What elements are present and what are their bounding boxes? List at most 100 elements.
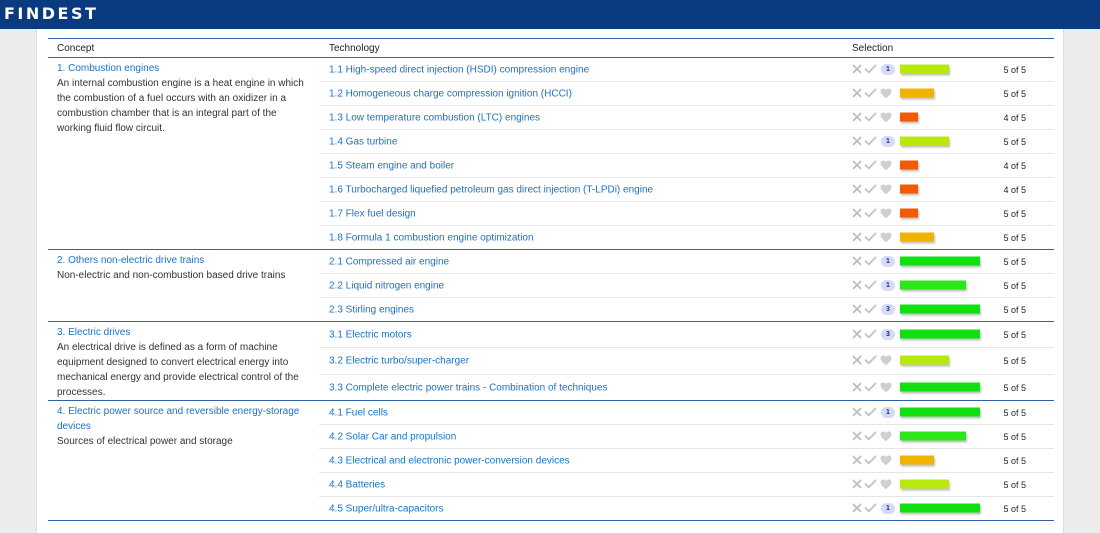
close-icon[interactable] [852, 160, 862, 173]
findest-logo[interactable]: FINDEST [4, 4, 98, 24]
selection-count: 5 of 5 [1003, 504, 1026, 514]
check-icon[interactable] [864, 479, 877, 492]
selection-count: 5 of 5 [1003, 233, 1026, 243]
check-icon[interactable] [864, 355, 877, 368]
check-icon[interactable] [864, 329, 877, 342]
selection-actions: 1 [852, 255, 900, 269]
close-icon[interactable] [852, 355, 862, 368]
close-icon[interactable] [852, 112, 862, 125]
concept-title[interactable]: 1. Combustion engines [57, 61, 312, 76]
close-icon[interactable] [852, 280, 862, 293]
close-icon[interactable] [852, 479, 862, 492]
check-icon[interactable] [864, 382, 877, 395]
score-bar-track [900, 329, 990, 340]
check-icon[interactable] [864, 208, 877, 221]
comment-badge-icon[interactable]: 1 [881, 63, 895, 75]
technology-link[interactable]: 1.5 Steam engine and boiler [329, 160, 454, 171]
heart-icon[interactable] [880, 382, 892, 396]
heart-icon[interactable] [880, 112, 892, 126]
close-icon[interactable] [852, 407, 862, 420]
heart-icon[interactable] [880, 184, 892, 198]
check-icon[interactable] [864, 256, 877, 269]
technology-link[interactable]: 3.2 Electric turbo/super-charger [329, 356, 469, 367]
selection-count: 5 of 5 [1003, 407, 1026, 418]
comment-badge-icon[interactable]: 1 [881, 406, 895, 418]
heart-icon[interactable] [880, 455, 892, 469]
close-icon[interactable] [852, 88, 862, 101]
technology-link[interactable]: 1.7 Flex fuel design [329, 208, 416, 219]
selection-actions: 1 [852, 503, 900, 515]
check-icon[interactable] [864, 431, 877, 444]
close-icon[interactable] [852, 256, 862, 269]
check-icon[interactable] [864, 503, 877, 516]
check-icon[interactable] [864, 64, 877, 77]
check-icon[interactable] [864, 136, 877, 149]
comment-badge-icon[interactable]: 3 [881, 328, 895, 340]
check-icon[interactable] [864, 112, 877, 125]
selection-count: 5 of 5 [1003, 208, 1026, 219]
check-icon[interactable] [864, 160, 877, 173]
technology-link[interactable]: 3.1 Electric motors [329, 329, 412, 340]
comment-badge-icon[interactable]: 1 [881, 255, 895, 267]
technology-link[interactable]: 2.1 Compressed air engine [329, 256, 449, 267]
check-icon[interactable] [864, 88, 877, 101]
technology-link[interactable]: 4.3 Electrical and electronic power-conv… [329, 455, 570, 466]
header-concept: Concept [57, 43, 95, 54]
heart-icon[interactable] [880, 479, 892, 493]
technology-row: 1.8 Formula 1 combustion engine optimiza… [319, 226, 1054, 250]
close-icon[interactable] [852, 232, 862, 245]
comment-badge-icon[interactable]: 1 [881, 279, 895, 291]
check-icon[interactable] [864, 232, 877, 245]
close-icon[interactable] [852, 64, 862, 77]
check-icon[interactable] [864, 304, 877, 317]
technology-link[interactable]: 4.1 Fuel cells [329, 407, 388, 418]
technology-link[interactable]: 4.4 Batteries [329, 479, 385, 490]
heart-icon[interactable] [880, 208, 892, 222]
check-icon[interactable] [864, 455, 877, 468]
technology-link[interactable]: 2.2 Liquid nitrogen engine [329, 280, 444, 291]
technology-row: 1.1 High-speed direct injection (HSDI) c… [319, 58, 1054, 82]
technology-row: 1.5 Steam engine and boiler 4 of 5 [319, 154, 1054, 178]
technology-link[interactable]: 1.4 Gas turbine [329, 136, 397, 147]
concept-group: 4. Electric power source and reversible … [48, 401, 1054, 521]
score-bar-track [900, 503, 990, 515]
close-icon[interactable] [852, 431, 862, 444]
technology-link[interactable]: 1.2 Homogeneous charge compression ignit… [329, 88, 572, 99]
close-icon[interactable] [852, 184, 862, 197]
heart-icon[interactable] [880, 160, 892, 174]
heart-icon[interactable] [880, 88, 892, 102]
close-icon[interactable] [852, 304, 862, 317]
comment-badge-icon[interactable]: 3 [881, 304, 895, 315]
check-icon[interactable] [864, 407, 877, 420]
heart-icon[interactable] [880, 355, 892, 369]
check-icon[interactable] [864, 280, 877, 293]
heart-icon[interactable] [880, 232, 892, 246]
technology-link[interactable]: 1.6 Turbocharged liquefied petroleum gas… [329, 184, 653, 195]
close-icon[interactable] [852, 329, 862, 342]
technology-link[interactable]: 4.2 Solar Car and propulsion [329, 431, 456, 442]
technology-link[interactable]: 1.8 Formula 1 combustion engine optimiza… [329, 233, 534, 244]
close-icon[interactable] [852, 382, 862, 395]
score-bar [900, 355, 949, 365]
technology-link[interactable]: 3.3 Complete electric power trains - Com… [329, 383, 607, 394]
score-bar [900, 64, 949, 73]
comment-badge-icon[interactable]: 1 [881, 135, 895, 147]
technology-link[interactable]: 1.3 Low temperature combustion (LTC) eng… [329, 112, 540, 123]
close-icon[interactable] [852, 455, 862, 468]
concept-title[interactable]: 3. Electric drives [57, 325, 312, 340]
selection-count: 5 of 5 [1003, 305, 1026, 315]
close-icon[interactable] [852, 208, 862, 221]
technology-link[interactable]: 1.1 High-speed direct injection (HSDI) c… [329, 64, 589, 75]
score-bar-track [900, 479, 990, 490]
close-icon[interactable] [852, 136, 862, 149]
technology-link[interactable]: 4.5 Super/ultra-capacitors [329, 504, 444, 515]
comment-badge-icon[interactable]: 1 [881, 503, 895, 514]
check-icon[interactable] [864, 184, 877, 197]
technology-link[interactable]: 2.3 Stirling engines [329, 305, 414, 316]
technology-row: 4.1 Fuel cells 1 5 of 5 [319, 401, 1054, 425]
close-icon[interactable] [852, 503, 862, 516]
selection-actions: 1 [852, 135, 900, 149]
heart-icon[interactable] [880, 431, 892, 445]
concept-title[interactable]: 2. Others non-electric drive trains [57, 253, 312, 268]
concept-title[interactable]: 4. Electric power source and reversible … [57, 404, 312, 434]
